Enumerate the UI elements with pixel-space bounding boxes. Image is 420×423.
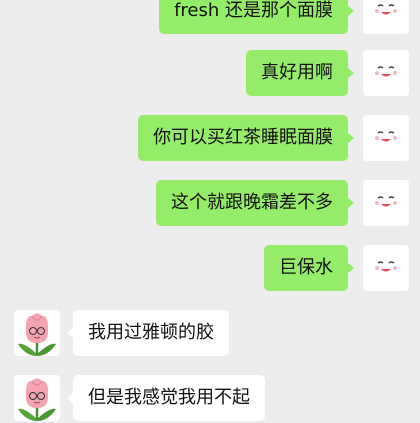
message-row-other: 但是我感觉我用不起 <box>0 375 420 423</box>
message-bubble[interactable]: fresh 还是那个面膜 <box>159 0 354 34</box>
chat-message-list[interactable]: fresh 还是那个面膜 真好用啊 你可以买红茶睡眠面膜 这个就跟晚霜差不多 巨… <box>0 0 420 423</box>
message-bubble[interactable]: 真好用啊 <box>246 50 354 96</box>
avatar[interactable] <box>14 375 60 421</box>
message-row-self: 这个就跟晚霜差不多 <box>0 180 420 228</box>
tulip-avatar-icon <box>14 310 60 356</box>
cute-face-avatar-icon <box>363 0 409 34</box>
message-row-other: 我用过雅顿的胶 <box>0 310 420 358</box>
message-bubble[interactable]: 巨保水 <box>264 245 354 291</box>
avatar[interactable] <box>363 245 409 291</box>
message-row-self: fresh 还是那个面膜 <box>0 0 420 36</box>
avatar[interactable] <box>363 115 409 161</box>
cute-face-avatar-icon <box>363 180 409 226</box>
avatar[interactable] <box>14 310 60 356</box>
tulip-avatar-icon <box>14 375 60 421</box>
cute-face-avatar-icon <box>363 245 409 291</box>
message-row-self: 真好用啊 <box>0 50 420 98</box>
message-bubble[interactable]: 你可以买红茶睡眠面膜 <box>138 115 354 161</box>
message-row-self: 你可以买红茶睡眠面膜 <box>0 115 420 163</box>
cute-face-avatar-icon <box>363 115 409 161</box>
avatar[interactable] <box>363 50 409 96</box>
cute-face-avatar-icon <box>363 50 409 96</box>
message-row-self: 巨保水 <box>0 245 420 293</box>
message-bubble[interactable]: 我用过雅顿的胶 <box>67 310 229 356</box>
avatar[interactable] <box>363 0 409 34</box>
avatar[interactable] <box>363 180 409 226</box>
message-bubble[interactable]: 这个就跟晚霜差不多 <box>156 180 354 226</box>
message-bubble[interactable]: 但是我感觉我用不起 <box>67 375 265 421</box>
